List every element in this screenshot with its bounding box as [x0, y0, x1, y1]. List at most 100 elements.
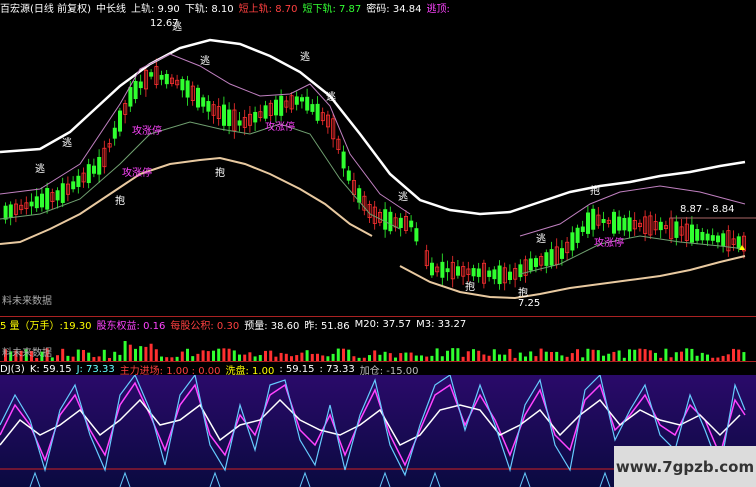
volume-bar: [596, 350, 600, 361]
candle-body: [112, 127, 117, 139]
volume-chart-svg: 料未来数据: [2, 341, 746, 361]
volume-bar: [383, 351, 387, 361]
volume-bar: [399, 353, 403, 361]
volume-bar: [113, 351, 117, 361]
stock-title[interactable]: 百宏源(日线 前复权): [0, 0, 91, 15]
candle-body: [601, 218, 606, 224]
kdj-k-label: K: 59.15: [29, 363, 72, 375]
candle-body: [164, 73, 169, 85]
volume-bar: [248, 352, 252, 361]
volume-bar: [607, 353, 611, 361]
volume-bar: [316, 353, 319, 361]
volume-bar: [451, 348, 455, 361]
volume-bar: [134, 348, 137, 361]
price-chart-pane[interactable]: 12.67 8.87 - 8.84 7.25 逃 逃 逃 逃 逃 逃 逃 逃 抱…: [0, 14, 756, 316]
volume-bar: [446, 350, 449, 361]
volume-bar: [685, 348, 689, 361]
volume-bar: [726, 354, 730, 361]
candle-body: [227, 109, 232, 127]
volume-bar: [82, 349, 85, 361]
escape-mark: 逃: [35, 162, 45, 175]
candle-body: [575, 227, 580, 243]
volume-bar: [186, 348, 189, 361]
volume-bar: [550, 351, 553, 361]
volume-bar: [654, 352, 657, 361]
candle-body: [201, 97, 206, 107]
volume-bar: [347, 349, 351, 361]
candle-body: [570, 232, 575, 251]
price-indicator-bar: 百宏源(日线 前复权) 中长线 上轨: 9.90 下轨: 8.10 短上轨: 8…: [0, 0, 756, 15]
candle-body: [612, 211, 617, 234]
candle-body: [700, 231, 705, 241]
candle-body: [34, 196, 39, 209]
candle-body: [294, 96, 299, 105]
candle-body: [440, 261, 445, 278]
volume-bar: [409, 352, 413, 361]
volume-bar: [576, 349, 579, 361]
candle-body: [429, 262, 434, 276]
volume-bar: [539, 348, 543, 361]
volume-chart-pane[interactable]: 料未来数据: [0, 330, 756, 361]
volume-bar: [87, 352, 91, 361]
volume-bar: [310, 353, 314, 361]
candle-body: [45, 188, 50, 210]
volume-bar: [435, 348, 439, 361]
buy-mark: 抱: [465, 280, 475, 293]
volume-bar: [201, 350, 205, 361]
lower-channel-line: [0, 121, 746, 275]
candle-body: [118, 110, 123, 132]
volume-bar: [492, 349, 496, 361]
volume-bar: [284, 353, 288, 361]
volume-bar: [331, 353, 335, 361]
volume-indicator-bar: 5 量（万手）:19.30 股东权益: 0.16 每股公积: 0.30 预量: …: [0, 316, 756, 332]
upper-channel-line: [0, 53, 746, 237]
volume-bar: [336, 348, 340, 361]
volume-bar: [690, 348, 694, 361]
candle-body: [690, 224, 695, 243]
volume-bar: [264, 350, 267, 361]
limit-up-mark: 攻涨停: [132, 124, 162, 137]
candle-body: [622, 217, 627, 231]
buy-mark: 抱: [518, 286, 528, 299]
candle-body: [414, 228, 419, 242]
candle-body: [263, 105, 268, 119]
volume-bar: [196, 353, 200, 361]
candle-body: [388, 211, 393, 232]
candle-body: [149, 72, 154, 77]
candle-body: [341, 151, 346, 169]
m20-label: M20: 37.57: [354, 318, 412, 330]
volume-bar: [232, 350, 236, 361]
limit-up-mark: 攻涨停: [594, 236, 624, 249]
volume-bar: [300, 352, 304, 361]
volume-bar: [373, 350, 377, 361]
candle-body: [29, 201, 34, 207]
candle-body: [710, 235, 715, 241]
short-lower-label: 短下轨: 7.87: [302, 3, 362, 15]
volume-bar: [732, 348, 735, 361]
candle-body: [346, 170, 351, 181]
candle-body: [492, 269, 497, 280]
volume-bar: [508, 348, 512, 361]
m3-label: M3: 33.27: [416, 318, 467, 330]
volume-bar: [664, 348, 668, 361]
kdj-j-label: J: 73.33: [76, 363, 115, 375]
candle-body: [658, 221, 663, 231]
candle-body: [60, 183, 65, 203]
escape-mark: 逃: [300, 50, 310, 63]
candle-body: [455, 266, 460, 276]
volume-bar: [570, 353, 574, 361]
volume-bar: [76, 349, 80, 361]
volume-bar: [674, 352, 678, 361]
candle-body: [507, 271, 512, 281]
candle-body: [580, 226, 585, 232]
candle-body: [310, 104, 315, 112]
mid-line-label: 中长线: [95, 3, 126, 15]
candle-body: [695, 229, 700, 241]
candle-body: [560, 248, 565, 259]
candle-body: [674, 221, 679, 238]
candle-body: [3, 205, 8, 220]
candle-body: [528, 258, 533, 271]
candle-body: [383, 209, 388, 230]
candle-body: [8, 204, 13, 218]
volume-bar: [612, 351, 616, 361]
